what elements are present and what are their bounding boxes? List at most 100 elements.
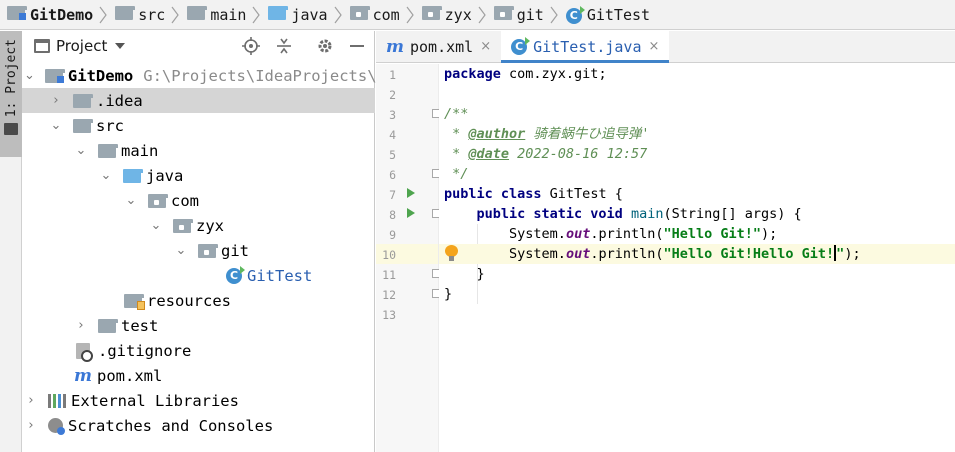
code-line: * @author 骑着蜗牛ひ追导弹' [444, 126, 650, 142]
package-icon [173, 218, 193, 233]
package-icon [421, 5, 442, 24]
chevron-down-icon[interactable]: ⌄ [99, 168, 113, 183]
maven-icon: m [74, 365, 92, 386]
tab-pom-xml[interactable]: m pom.xml × [376, 31, 501, 62]
maven-icon: m [386, 36, 404, 57]
tree-item-pom-xml[interactable]: m pom.xml [22, 363, 375, 388]
breadcrumb-item-gittest[interactable]: C GitTest [565, 0, 650, 30]
gutter-line: 12 [376, 284, 440, 304]
active-tab-indicator [501, 60, 670, 63]
java-class-icon: C [226, 265, 245, 284]
code-line: System.out.println("Hello Git!"); [509, 226, 778, 242]
locate-icon[interactable] [242, 37, 260, 55]
chevron-down-icon[interactable]: ⌄ [124, 193, 138, 208]
chevron-right-icon [404, 0, 416, 30]
folder-icon [115, 5, 136, 24]
breadcrumb-item-com[interactable]: com [349, 0, 400, 30]
chevron-right-icon [97, 0, 109, 30]
tree-item-java[interactable]: ⌄ java [22, 163, 375, 188]
lightbulb-icon[interactable] [445, 245, 458, 262]
code-line: public static void main(String[] args) { [476, 206, 802, 222]
chevron-down-icon[interactable] [115, 43, 126, 49]
gutter-line: 11 [376, 264, 440, 284]
close-icon[interactable]: × [480, 39, 491, 54]
module-folder-icon [44, 68, 65, 83]
editor: m pom.xml × C GitTest.java × 1 2 3 4 5 6… [376, 31, 955, 452]
code-line: * @date 2022-08-16 12:57 [444, 146, 648, 162]
code-line-current: System.out.println("Hello Git!Hello Git!… [439, 244, 955, 264]
gear-icon[interactable] [316, 37, 334, 55]
chevron-right-icon [332, 0, 344, 30]
package-icon [493, 5, 514, 24]
chevron-right-icon[interactable]: › [49, 93, 63, 108]
breadcrumb-item-git[interactable]: git [493, 0, 544, 30]
tree-item-resources[interactable]: resources [22, 288, 375, 313]
tool-window-stripe: 1: Project [0, 31, 22, 452]
package-icon [148, 193, 168, 208]
editor-gutter: 1 2 3 4 5 6 7 8 9 10 11 12 13 [376, 64, 440, 452]
project-view-icon [34, 39, 50, 53]
tree-item-gitdemo[interactable]: ⌄ GitDemo G:\Projects\IdeaProjects\G [22, 63, 386, 88]
package-icon [349, 5, 370, 24]
breadcrumb-item-zyx[interactable]: zyx [421, 0, 472, 30]
breadcrumb: GitDemo src main java com zyx git C GitT… [0, 0, 955, 30]
tree-item-gitignore[interactable]: .gitignore [22, 338, 375, 363]
module-folder-icon [7, 5, 27, 24]
code-line: /** [444, 106, 469, 122]
resources-folder-icon [124, 293, 145, 310]
tree-item-test[interactable]: › test [22, 313, 375, 338]
project-panel-header: Project [22, 31, 374, 61]
gutter-line: 1 [389, 68, 396, 82]
gutter-line-current: 10 [376, 244, 438, 264]
breadcrumb-item-java[interactable]: java [268, 0, 328, 30]
chevron-right-icon[interactable]: › [24, 418, 38, 433]
project-tool-window-button[interactable]: 1: Project [0, 31, 22, 157]
run-icon[interactable] [407, 208, 415, 218]
chevron-down-icon[interactable]: ⌄ [49, 118, 63, 133]
tree-item-external-libraries[interactable]: › External Libraries [22, 388, 375, 413]
chevron-right-icon [476, 0, 488, 30]
chevron-right-icon[interactable]: › [74, 318, 88, 333]
tree-item-idea[interactable]: › .idea [22, 88, 375, 113]
gutter-line: 6 [376, 164, 440, 184]
tree-item-git[interactable]: ⌄ git [22, 238, 375, 263]
tree-item-com[interactable]: ⌄ com [22, 188, 375, 213]
folder-icon [98, 318, 118, 333]
collapse-all-icon[interactable] [275, 37, 293, 55]
chevron-down-icon[interactable]: ⌄ [24, 68, 35, 83]
gutter-line: 7 [376, 184, 438, 204]
chevron-right-icon [250, 0, 262, 30]
breadcrumb-item-src[interactable]: src [115, 0, 165, 30]
source-folder-icon [268, 5, 289, 24]
chevron-down-icon[interactable]: ⌄ [174, 243, 188, 258]
gutter-line: 5 [389, 148, 396, 162]
folder-icon [73, 118, 93, 133]
tree-item-scratches[interactable]: › Scratches and Consoles [22, 413, 375, 438]
chevron-down-icon[interactable]: ⌄ [74, 143, 88, 158]
gutter-line: 8 [376, 204, 440, 224]
java-class-icon: C [511, 36, 531, 55]
breadcrumb-item-main[interactable]: main [187, 0, 246, 30]
chevron-right-icon[interactable]: › [24, 393, 38, 408]
breadcrumb-item-gitdemo[interactable]: GitDemo [7, 0, 93, 30]
gutter-line: 9 [389, 228, 396, 242]
tree-item-src[interactable]: ⌄ src [22, 113, 375, 138]
tree-item-zyx[interactable]: ⌄ zyx [22, 213, 375, 238]
code-line: public class GitTest { [444, 186, 623, 202]
tab-gittest-java[interactable]: C GitTest.java × [501, 31, 670, 63]
project-view-selector[interactable]: Project [56, 37, 107, 55]
chevron-right-icon [548, 0, 560, 30]
scratches-icon [48, 418, 65, 435]
tree-item-main[interactable]: ⌄ main [22, 138, 375, 163]
minimize-icon[interactable] [348, 37, 366, 55]
code-line: package com.zyx.git; [444, 66, 607, 82]
close-icon[interactable]: × [649, 39, 660, 54]
gutter-line: 3 [376, 104, 440, 124]
chevron-down-icon[interactable]: ⌄ [149, 218, 163, 233]
code-area[interactable]: package com.zyx.git; /** * @author 骑着蜗牛ひ… [439, 64, 955, 452]
run-icon[interactable] [407, 188, 415, 198]
code-line: } [444, 286, 453, 302]
chevron-right-icon [169, 0, 181, 30]
tree-item-gittest[interactable]: C GitTest [22, 263, 375, 288]
